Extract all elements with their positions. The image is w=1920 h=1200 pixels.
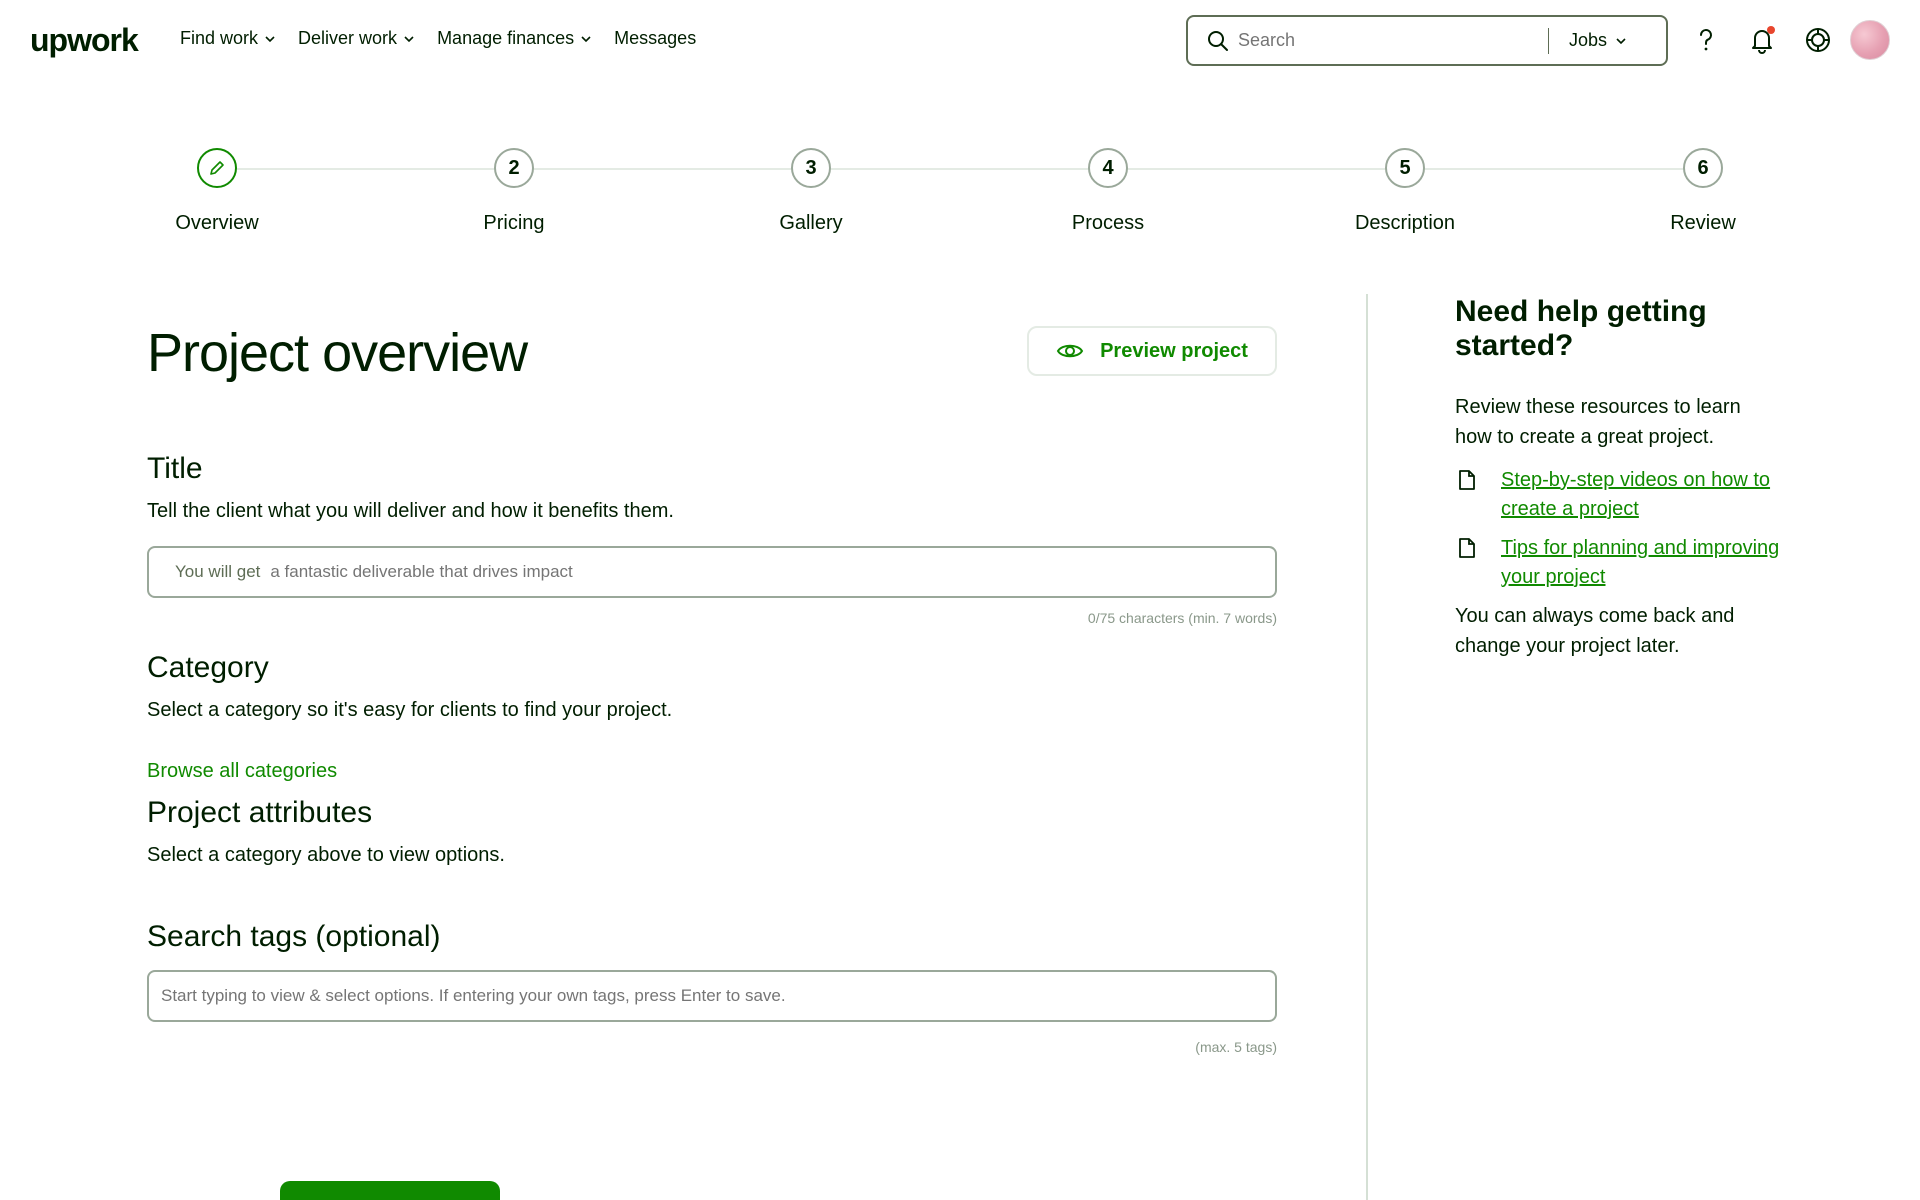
nav-find-work[interactable]: Find work [180,28,276,49]
help-link-tips-row: Tips for planning and improving your pro… [1455,534,1781,592]
page-title: Project overview [147,323,528,383]
nav-manage-finances[interactable]: Manage finances [437,28,592,49]
help-title: Need help getting started? [1455,295,1707,362]
nav-deliver-work[interactable]: Deliver work [298,28,415,49]
help-link-tips[interactable]: Tips for planning and improving your pro… [1501,534,1781,592]
step-review-circle: 6 [1683,148,1723,188]
search-tags-field [147,970,1277,1022]
nav-messages[interactable]: Messages [614,28,696,49]
category-heading: Category [147,651,269,684]
step-pricing-circle: 2 [494,148,534,188]
browse-categories-link[interactable]: Browse all categories [147,760,337,783]
help-link-videos[interactable]: Step-by-step videos on how to create a p… [1501,466,1781,524]
search-scope-label: Jobs [1569,30,1608,50]
nav-manage-finances-label: Manage finances [437,28,575,48]
step-gallery-label: Gallery [779,212,843,234]
search-box: Jobs [1186,15,1668,66]
title-field: You will get [147,546,1277,598]
title-char-counter: 0/75 characters (min. 7 words) [1087,610,1277,626]
step-review-label: Review [1670,212,1736,234]
progress-stepper: Overview 2 Pricing 3 Gallery 4 Process 5… [0,148,1920,248]
nav-deliver-work-label: Deliver work [298,28,398,48]
chevron-down-icon [265,35,275,42]
title-heading: Title [147,452,203,485]
step-overview-circle [197,148,237,188]
step-process[interactable]: 4 Process [1038,148,1178,235]
step-pricing[interactable]: 2 Pricing [444,148,584,235]
chevron-down-icon [1616,37,1626,44]
step-process-label: Process [1071,212,1145,234]
page: upwork Find work Deliver work Manage fin… [0,0,1920,1200]
help-link-videos-row: Step-by-step videos on how to create a p… [1455,466,1781,524]
step-description-circle: 5 [1385,148,1425,188]
step-gallery[interactable]: 3 Gallery [741,148,881,235]
search-icon [1208,30,1228,51]
top-header: upwork Find work Deliver work Manage fin… [0,0,1920,82]
search-input[interactable] [1238,30,1548,51]
search-tags-heading: Search tags (optional) [147,920,441,953]
step-description[interactable]: 5 Description [1335,148,1475,235]
help-intro: Review these resources to learn how to c… [1455,396,1741,448]
search-divider [1548,27,1549,54]
notification-dot [1767,26,1775,34]
document-icon [1459,470,1475,490]
title-input[interactable] [270,562,1171,582]
save-continue-button[interactable] [280,1181,500,1200]
attributes-description: Select a category above to view options. [147,844,505,866]
avatar[interactable] [1850,20,1890,60]
step-overview-label: Overview [175,212,259,234]
pencil-icon [210,161,224,175]
chevron-down-icon [404,35,414,42]
help-icon[interactable] [1690,24,1722,56]
step-description-label: Description [1354,212,1456,234]
preview-project-button[interactable]: Preview project [1027,326,1277,376]
upwork-logo[interactable]: upwork [30,22,139,59]
search-tags-input[interactable] [161,986,1241,1006]
tags-counter: (max. 5 tags) [1195,1039,1277,1055]
search-scope-select[interactable]: Jobs [1569,30,1627,51]
step-process-circle: 4 [1088,148,1128,188]
attributes-heading: Project attributes [147,796,373,829]
step-review[interactable]: 6 Review [1633,148,1773,235]
eye-icon [1056,344,1084,358]
bell-icon[interactable] [1746,24,1778,56]
step-overview[interactable]: Overview [147,148,287,235]
help-outro: You can always come back and change your… [1455,605,1735,657]
step-pricing-label: Pricing [483,212,545,234]
preview-project-label: Preview project [1100,339,1248,362]
nav-messages-label: Messages [614,28,697,48]
sidebar-divider [1366,294,1368,1200]
main-nav: Find work Deliver work Manage finances M… [180,28,696,49]
nav-find-work-label: Find work [180,28,259,48]
category-description: Select a category so it's easy for clien… [147,699,673,721]
chevron-down-icon [581,35,591,42]
apps-icon[interactable] [1802,24,1834,56]
title-prefix: You will get [175,562,261,581]
document-icon [1459,538,1475,558]
title-description: Tell the client what you will deliver an… [147,500,674,522]
step-gallery-circle: 3 [791,148,831,188]
